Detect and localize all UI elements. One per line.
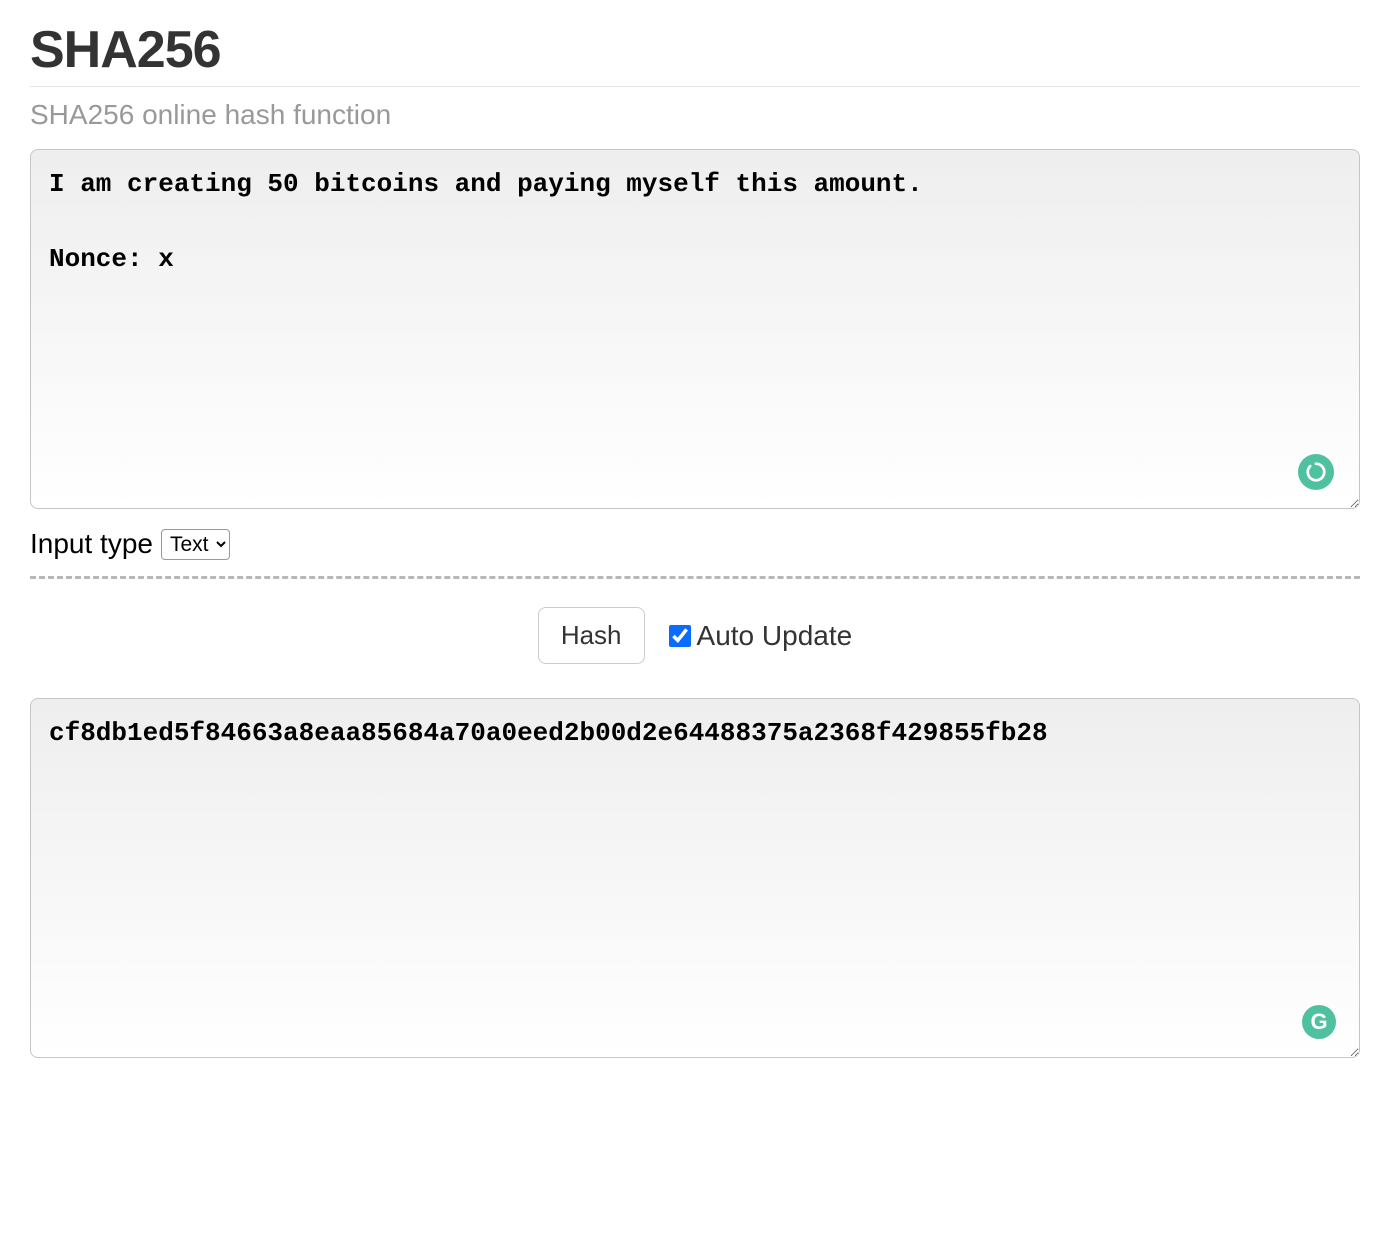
- auto-update-control[interactable]: Auto Update: [669, 620, 853, 652]
- title-divider: [30, 86, 1360, 87]
- input-type-row: Input type Text: [30, 528, 1360, 560]
- page-title: SHA256: [30, 20, 1360, 80]
- input-type-select[interactable]: Text: [161, 529, 230, 560]
- input-textarea-wrap: [30, 149, 1360, 514]
- input-textarea[interactable]: [30, 149, 1360, 509]
- section-divider: [30, 576, 1360, 579]
- output-textarea[interactable]: [30, 698, 1360, 1058]
- hash-button[interactable]: Hash: [538, 607, 645, 664]
- grammarly-spinner-icon[interactable]: [1298, 454, 1334, 490]
- auto-update-label: Auto Update: [697, 620, 853, 652]
- grammarly-icon[interactable]: G: [1302, 1005, 1336, 1039]
- output-textarea-wrap: G: [30, 698, 1360, 1063]
- input-type-label: Input type: [30, 528, 153, 560]
- page-subtitle: SHA256 online hash function: [30, 99, 1360, 131]
- controls-row: Hash Auto Update: [30, 607, 1360, 664]
- auto-update-checkbox[interactable]: [669, 625, 691, 647]
